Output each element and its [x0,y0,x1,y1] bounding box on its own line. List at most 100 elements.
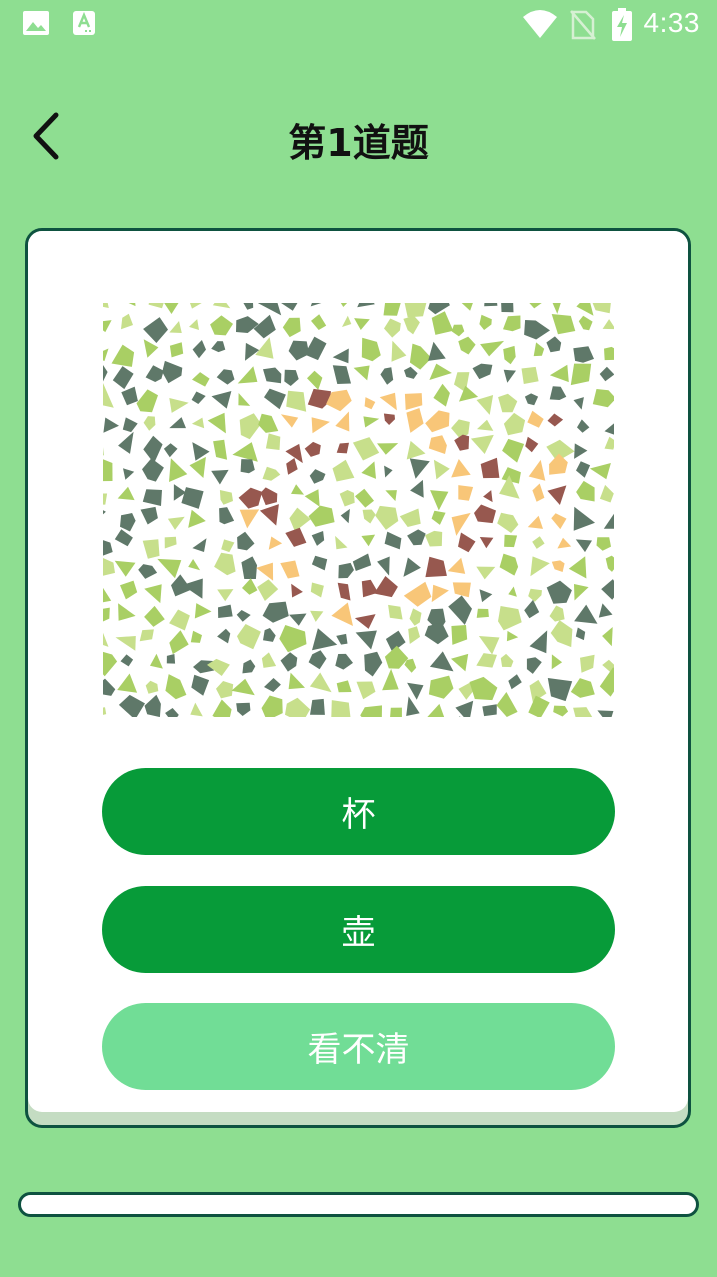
plate-dot [406,696,420,716]
plate-dot [592,389,614,408]
plate-dot [529,303,542,309]
plate-dot [479,537,494,549]
plate-dot [404,658,417,673]
plate-dot [338,562,354,579]
plate-dot [312,628,338,651]
plate-dot [144,694,161,717]
plate-dot [217,628,231,644]
plate-dot [433,459,450,480]
plate-dot [311,531,325,546]
plate-dot [336,633,348,645]
plate-dot [289,507,311,532]
plate-dot [454,434,470,451]
plate-dot [118,694,145,717]
plate-dot [103,707,107,715]
plate-dot [166,654,176,664]
answer-option-2[interactable]: 壶 [102,886,615,973]
plate-dot [551,654,563,670]
plate-dot [221,539,235,553]
plate-dot [409,343,432,370]
plate-dot [352,437,380,461]
plate-dot [211,469,229,485]
plate-dot [103,365,108,382]
plate-dot [121,313,133,330]
plate-dot [286,458,298,475]
plate-dot [533,342,545,357]
plate-dot [451,459,471,478]
plate-dot [478,636,500,655]
plate-dot [236,702,251,716]
plate-dot [191,417,205,429]
plate-dot [403,315,420,335]
plate-dot [262,466,281,481]
plate-dot [469,676,498,701]
plate-dot [189,303,202,309]
clock: 4:33 [643,7,700,38]
plate-dot [573,397,584,410]
plate-dot [311,314,327,330]
plate-dot [307,370,323,390]
plate-dot [528,695,550,717]
plate-dot [503,369,516,383]
plate-dot [384,645,409,669]
plate-dot [500,653,514,668]
plate-dot [364,397,376,410]
plate-dot [143,435,163,464]
status-bar: 4:33 [0,0,717,52]
plate-dot [192,442,210,461]
plate-dot [169,398,189,413]
plate-dot [336,680,352,693]
plate-dot [263,628,276,642]
plate-dot [479,589,493,603]
plate-dot [142,458,164,482]
plate-dot [383,303,401,316]
plate-dot [549,364,569,383]
plate-dot [304,441,321,457]
plate-dot [332,348,349,364]
plate-dot [524,599,540,619]
plate-dot [103,348,109,362]
plate-dot [599,484,614,503]
plate-dot [340,303,348,307]
plate-dot [429,651,454,672]
plate-dot [256,562,274,581]
plate-dot [406,408,424,433]
plate-dot [331,700,351,717]
plate-dot [547,678,573,702]
plate-dot [286,390,307,412]
plate-dot [576,461,591,478]
plate-dot [261,695,283,717]
plate-dot [242,659,256,674]
plate-dot [218,604,233,618]
plate-dot [404,303,427,318]
plate-dot [291,484,304,495]
plate-dot [551,560,565,572]
plate-dot [219,490,233,505]
plate-dot [115,636,136,651]
plate-dot [575,539,592,553]
answer-option-1[interactable]: 杯 [102,768,615,855]
plate-dot [547,413,564,427]
plate-dot [264,388,286,410]
plate-dot [530,556,550,577]
plate-dot [431,584,449,603]
plate-dot [574,604,598,624]
plate-dot [551,314,576,335]
answer-option-3-label: 看不清 [307,1030,410,1070]
plate-dot [458,485,474,501]
plate-dot [599,667,614,697]
plate-dot [384,318,401,338]
color-test-plate [103,303,614,717]
plate-dot [377,443,399,455]
plate-dot [258,413,279,433]
plate-dot [451,324,465,337]
plate-dot [427,703,445,717]
plate-dot [568,556,587,579]
plate-dot [265,433,281,450]
answer-option-unclear[interactable]: 看不清 [102,1003,615,1090]
plate-dot [188,509,206,528]
plate-dot [258,303,282,316]
plate-dot [169,321,182,333]
plate-dot [407,682,424,700]
plate-dot [429,363,452,380]
